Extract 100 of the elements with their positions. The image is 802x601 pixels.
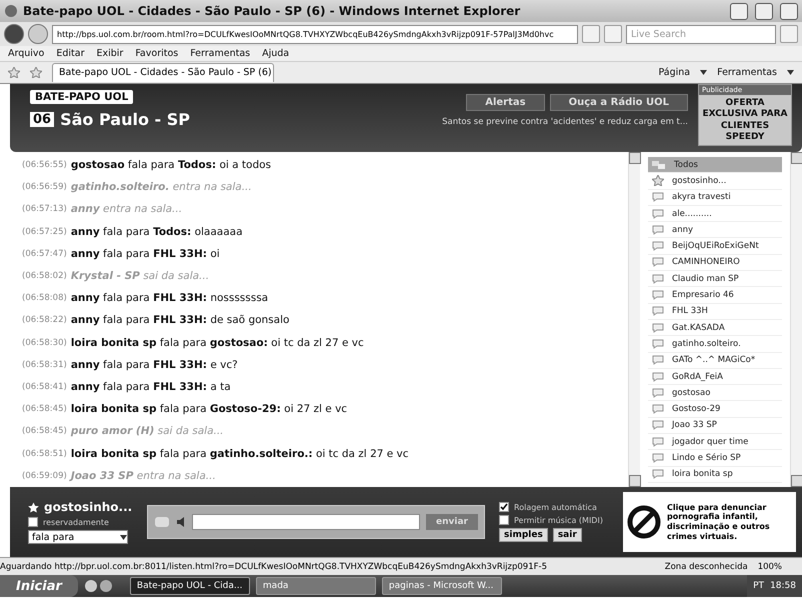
chat-bubble-icon — [652, 274, 664, 284]
stop-button[interactable] — [604, 25, 622, 43]
chat-event: (06:58:45) puro amor (H) sai da sala... — [22, 424, 225, 440]
chat-event: (06:59:09) Joao 33 SP entra na sala... — [22, 468, 217, 484]
prohibited-icon — [627, 505, 661, 539]
chat-bubble-icon — [652, 224, 664, 235]
user-list-item[interactable]: Joao 33 SP — [648, 418, 782, 434]
zoom-level[interactable]: 100% — [758, 562, 782, 572]
chat-bubble-icon — [652, 208, 664, 219]
message-input[interactable] — [192, 514, 420, 530]
maximize-button[interactable] — [755, 2, 773, 20]
user-list-item[interactable]: loira bonita sp — [648, 466, 782, 483]
room-number: 06 — [30, 112, 54, 127]
chat-message: (06:58:22) anny fala para FHL 33H: de saõ gonsalo — [22, 313, 290, 328]
taskbar-button[interactable]: mada — [256, 577, 376, 595]
close-button[interactable] — [780, 2, 798, 20]
user-list-item[interactable]: Todos — [648, 157, 782, 174]
chat-message: (06:58:31) anny fala para FHL 33H: e vc? — [22, 358, 239, 373]
taskbar-button[interactable]: paginas - Microsoft W... — [382, 577, 502, 595]
search-field[interactable]: Live Search — [626, 24, 776, 44]
news-link[interactable]: Santos se previne contra 'acidentes' e reduz carga em t... — [442, 117, 688, 127]
chat-bubble-icon — [652, 338, 664, 349]
reserved-checkbox[interactable] — [28, 517, 38, 527]
chat-bubble-icon — [652, 192, 664, 202]
start-button[interactable]: Iniciar — [0, 575, 78, 597]
refresh-button[interactable] — [582, 25, 600, 43]
caret-icon — [120, 534, 127, 540]
chat-bubble-icon — [652, 322, 664, 333]
taskbar-button[interactable]: Bate-papo UOL - Cida... — [130, 577, 250, 595]
chat-bubble-icon — [652, 404, 664, 414]
chat-bubble-icon — [652, 388, 664, 398]
zone-text: Zona desconhecida — [664, 562, 748, 572]
checkbox-label: reservadamente — [43, 518, 109, 526]
chat-bubble-icon — [652, 452, 664, 463]
toolbar-menu[interactable]: Ferramentas — [717, 67, 777, 78]
menu-item[interactable]: Editar — [56, 48, 84, 59]
search-button[interactable] — [780, 25, 798, 43]
chat-bubble-icon — [652, 436, 664, 447]
ad-text: OFERTA EXCLUSIVA PARA CLIENTES SPEEDY — [701, 97, 788, 144]
room-name: São Paulo - SP — [60, 110, 190, 129]
chat-bubble-icon — [652, 469, 664, 480]
checkbox-label: Rolagem automática — [514, 502, 597, 512]
star-icon — [28, 502, 39, 512]
menu-item[interactable]: Ajuda — [262, 48, 290, 59]
menu-item[interactable]: Arquivo — [8, 48, 44, 59]
minimize-button[interactable] — [730, 2, 748, 20]
chat-bubble-icon — [652, 306, 664, 316]
forward-button[interactable] — [28, 24, 48, 44]
speaker-icon[interactable] — [176, 517, 186, 527]
address-field[interactable]: http://bps.uol.com.br/room.html?ro=DCULfKwesIOoMNrtQG8.TVHXYZWbcqEuB426ySmdngAkxh3vRijzp091F-57PalJ3Md0hvc — [52, 24, 578, 44]
logo: BATE-PAPO UOL — [30, 90, 134, 104]
user-list-item[interactable]: akyra travesti — [648, 190, 782, 206]
menu-item[interactable]: Favoritos — [135, 48, 178, 59]
chat-bubble-icon — [652, 257, 664, 268]
browser-tab[interactable]: Bate-papo UOL - Cidades - São Paulo - SP (6) — [52, 63, 274, 82]
report-banner[interactable]: Clique para denunciar pornografia infantil, discriminação e outros crimes virtuais. — [623, 492, 796, 552]
option-checkbox[interactable] — [499, 502, 509, 512]
clock: 18:58 — [770, 581, 796, 591]
user-list-item[interactable]: Lindo e Sério SP — [648, 450, 782, 467]
chat-message: (06:57:25) anny fala para Todos: olaaaaaa — [22, 224, 244, 240]
status-text: Aguardando http://bpr.uol.com.br:8011/listen.html?ro=DCULfKwesIOoMNrtQG8.TVHXYZWbcqEuB426ySmdngAkxh3vRijzp091F-5 — [0, 562, 548, 572]
star-icon — [652, 175, 664, 186]
user-list-item[interactable]: GATo ^..^ MAGiCo* — [648, 352, 782, 369]
user-list-item[interactable]: gostosinho... — [648, 173, 782, 190]
report-text: Clique para denunciar pornografia infantil, discriminação e outros crimes virtuais. — [667, 502, 771, 542]
chat-bubble-icon — [652, 241, 664, 252]
user-list-item[interactable]: FHL 33H — [648, 304, 782, 320]
chat-event: (06:56:59) gatinho.solteiro. entra na sala... — [22, 180, 253, 196]
group-icon — [652, 160, 666, 170]
star-icon — [30, 67, 42, 78]
checkmark-icon — [500, 503, 508, 511]
toolbar-menu[interactable]: Página — [658, 67, 690, 78]
recipient-dropdown[interactable]: fala para — [28, 530, 128, 544]
browser-icon — [4, 4, 18, 18]
header-button[interactable]: Ouça a Rádio UOL — [550, 94, 688, 111]
option-checkbox[interactable] — [499, 515, 509, 525]
chat-message: (06:58:30) loira bonita sp fala para gostosao: oi tc da zl 27 e vc — [22, 336, 365, 351]
chat-bubble-icon — [652, 355, 664, 366]
chat-message: (06:57:47) anny fala para FHL 33H: oi — [22, 246, 221, 262]
chat-button[interactable]: sair — [552, 528, 582, 542]
user-list-item[interactable]: CAMINHONEIRO — [648, 254, 782, 272]
chat-bubble-icon — [652, 372, 664, 382]
menu-item[interactable]: Exibir — [96, 48, 124, 59]
chat-button[interactable]: simples — [499, 528, 548, 542]
caret-icon — [787, 70, 794, 75]
chat-bubble-icon — [652, 420, 664, 430]
chat-message: (06:58:51) loira bonita sp fala para gatinho.solteiro.: oi tc da zl 27 e vc — [22, 446, 410, 462]
menu-item[interactable]: Ferramentas — [190, 48, 250, 59]
window-title: Bate-papo UOL - Cidades - São Paulo - SP (6) - Windows Internet Explorer — [23, 4, 522, 18]
chat-message: (06:58:41) anny fala para FHL 33H: a ta — [22, 380, 232, 395]
header-button[interactable]: Alertas — [466, 94, 545, 111]
chat-message: (06:58:08) anny fala para FHL 33H: nosssssssa — [22, 291, 270, 306]
chat-message: (06:56:55) gostosao fala para Todos: oi a todos — [22, 158, 272, 174]
caret-icon — [700, 70, 708, 75]
nickname: gostosinho... — [44, 500, 132, 514]
back-button[interactable] — [4, 24, 24, 44]
language-indicator[interactable]: PT — [753, 581, 764, 591]
checkbox-label: Permitir música (MIDI) — [514, 516, 603, 524]
chat-event: (06:58:02) Krystal - SP sai da sala... — [22, 269, 210, 284]
star-icon — [8, 67, 20, 78]
